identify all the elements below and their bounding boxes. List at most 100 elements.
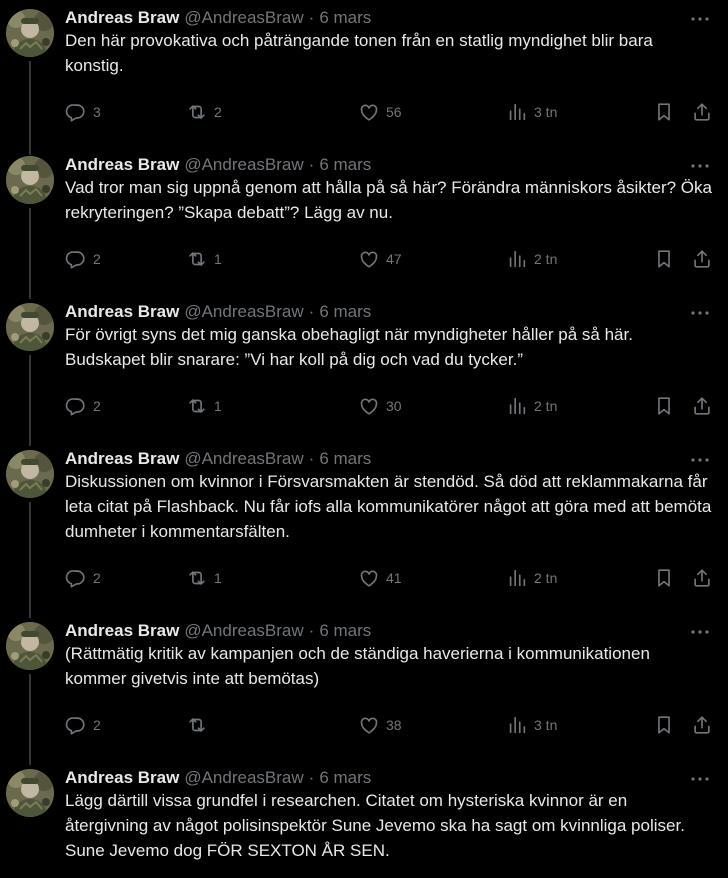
tweet[interactable]: Andreas Braw @AndreasBraw · 6 mars Disku… bbox=[0, 446, 728, 618]
like-count: 47 bbox=[386, 251, 402, 267]
avatar[interactable] bbox=[6, 450, 54, 498]
view-count: 3 tn bbox=[534, 104, 558, 120]
reply-button[interactable]: 2 bbox=[65, 246, 101, 272]
more-options-icon[interactable] bbox=[686, 450, 714, 470]
tweet[interactable]: Andreas Braw @AndreasBraw · 6 mars Den h… bbox=[0, 5, 728, 155]
reply-button[interactable]: 2 bbox=[65, 393, 101, 419]
repost-icon bbox=[186, 248, 208, 270]
avatar[interactable] bbox=[6, 9, 54, 57]
reply-icon bbox=[65, 395, 87, 417]
share-icon bbox=[691, 567, 713, 589]
avatar[interactable] bbox=[6, 769, 54, 817]
tweet-actions: 3 2 56 3 tn bbox=[65, 99, 715, 125]
like-button[interactable]: 47 bbox=[358, 246, 402, 272]
heart-icon bbox=[358, 248, 380, 270]
views-button[interactable]: 3 tn bbox=[506, 712, 557, 738]
bookmark-button[interactable] bbox=[653, 565, 675, 591]
like-button[interactable]: 30 bbox=[358, 393, 402, 419]
bookmark-button[interactable] bbox=[653, 99, 675, 125]
repost-button[interactable]: 1 bbox=[186, 393, 222, 419]
bookmark-icon bbox=[653, 567, 675, 589]
repost-icon bbox=[186, 395, 208, 417]
views-button[interactable]: 2 tn bbox=[506, 393, 557, 419]
bookmark-button[interactable] bbox=[653, 712, 675, 738]
bookmark-button[interactable] bbox=[653, 246, 675, 272]
tweet-text: Vad tror man sig uppnå genom att hålla p… bbox=[65, 178, 712, 222]
tweet[interactable]: Andreas Braw @AndreasBraw · 6 mars (Rätt… bbox=[0, 618, 728, 765]
heart-icon bbox=[358, 101, 380, 123]
reply-icon bbox=[65, 101, 87, 123]
like-count: 38 bbox=[386, 717, 402, 733]
like-button[interactable]: 56 bbox=[358, 99, 402, 125]
reply-button[interactable]: 2 bbox=[65, 712, 101, 738]
tweet-actions: 2 1 30 2 tn bbox=[65, 393, 715, 419]
more-options-icon[interactable] bbox=[686, 303, 714, 323]
more-options-icon[interactable] bbox=[686, 156, 714, 176]
reply-icon bbox=[65, 567, 87, 589]
views-button[interactable]: 3 tn bbox=[506, 99, 557, 125]
reply-icon bbox=[65, 248, 87, 270]
tweet-actions: 2 1 47 2 tn bbox=[65, 246, 715, 272]
share-button[interactable] bbox=[691, 99, 713, 125]
thread-line bbox=[29, 208, 31, 299]
reply-count: 2 bbox=[93, 398, 101, 414]
reply-button[interactable]: 3 bbox=[65, 99, 101, 125]
tweet[interactable]: Andreas Braw @AndreasBraw · 6 mars För ö… bbox=[0, 299, 728, 446]
views-button[interactable]: 2 tn bbox=[506, 565, 557, 591]
more-options-icon[interactable] bbox=[686, 622, 714, 642]
thread-line bbox=[29, 674, 31, 765]
like-button[interactable]: 41 bbox=[358, 565, 402, 591]
bookmark-icon bbox=[653, 248, 675, 270]
repost-icon bbox=[186, 567, 208, 589]
share-button[interactable] bbox=[691, 393, 713, 419]
bookmark-icon bbox=[653, 101, 675, 123]
repost-button[interactable]: 1 bbox=[186, 565, 222, 591]
tweet-text: Den här provokativa och påträngande tone… bbox=[65, 31, 653, 75]
views-icon bbox=[506, 395, 528, 417]
repost-count: 2 bbox=[214, 104, 222, 120]
repost-count: 1 bbox=[214, 398, 222, 414]
reply-count: 3 bbox=[93, 104, 101, 120]
view-count: 2 tn bbox=[534, 398, 558, 414]
bookmark-button[interactable] bbox=[653, 393, 675, 419]
repost-button[interactable] bbox=[186, 712, 214, 738]
share-button[interactable] bbox=[691, 565, 713, 591]
reply-icon bbox=[65, 714, 87, 736]
share-button[interactable] bbox=[691, 712, 713, 738]
thread-line bbox=[29, 502, 31, 618]
view-count: 2 tn bbox=[534, 570, 558, 586]
share-icon bbox=[691, 714, 713, 736]
share-icon bbox=[691, 101, 713, 123]
repost-button[interactable]: 1 bbox=[186, 246, 222, 272]
views-icon bbox=[506, 248, 528, 270]
thread-timeline: Andreas Braw @AndreasBraw · 6 mars Den h… bbox=[0, 0, 728, 878]
bookmark-icon bbox=[653, 714, 675, 736]
repost-count: 1 bbox=[214, 251, 222, 267]
share-button[interactable] bbox=[691, 246, 713, 272]
tweet-text: Lägg därtill vissa grundfel i researchen… bbox=[65, 791, 685, 860]
repost-button[interactable]: 2 bbox=[186, 99, 222, 125]
tweet-text: Diskussionen om kvinnor i Försvarsmakten… bbox=[65, 472, 712, 541]
reply-button[interactable]: 2 bbox=[65, 565, 101, 591]
tweet[interactable]: Andreas Braw @AndreasBraw · 6 mars Vad t… bbox=[0, 152, 728, 299]
like-count: 30 bbox=[386, 398, 402, 414]
heart-icon bbox=[358, 714, 380, 736]
reply-count: 2 bbox=[93, 717, 101, 733]
views-icon bbox=[506, 714, 528, 736]
views-icon bbox=[506, 101, 528, 123]
avatar[interactable] bbox=[6, 622, 54, 670]
bookmark-icon bbox=[653, 395, 675, 417]
views-button[interactable]: 2 tn bbox=[506, 246, 557, 272]
avatar[interactable] bbox=[6, 303, 54, 351]
heart-icon bbox=[358, 567, 380, 589]
avatar[interactable] bbox=[6, 156, 54, 204]
like-count: 41 bbox=[386, 570, 402, 586]
more-options-icon[interactable] bbox=[686, 9, 714, 29]
tweet[interactable]: Andreas Braw @AndreasBraw · 6 mars Lägg … bbox=[0, 765, 728, 878]
tweet-text: (Rättmätig kritik av kampanjen och de st… bbox=[65, 644, 650, 688]
more-options-icon[interactable] bbox=[686, 769, 714, 789]
like-button[interactable]: 38 bbox=[358, 712, 402, 738]
share-icon bbox=[691, 395, 713, 417]
thread-line bbox=[29, 61, 31, 155]
share-icon bbox=[691, 248, 713, 270]
